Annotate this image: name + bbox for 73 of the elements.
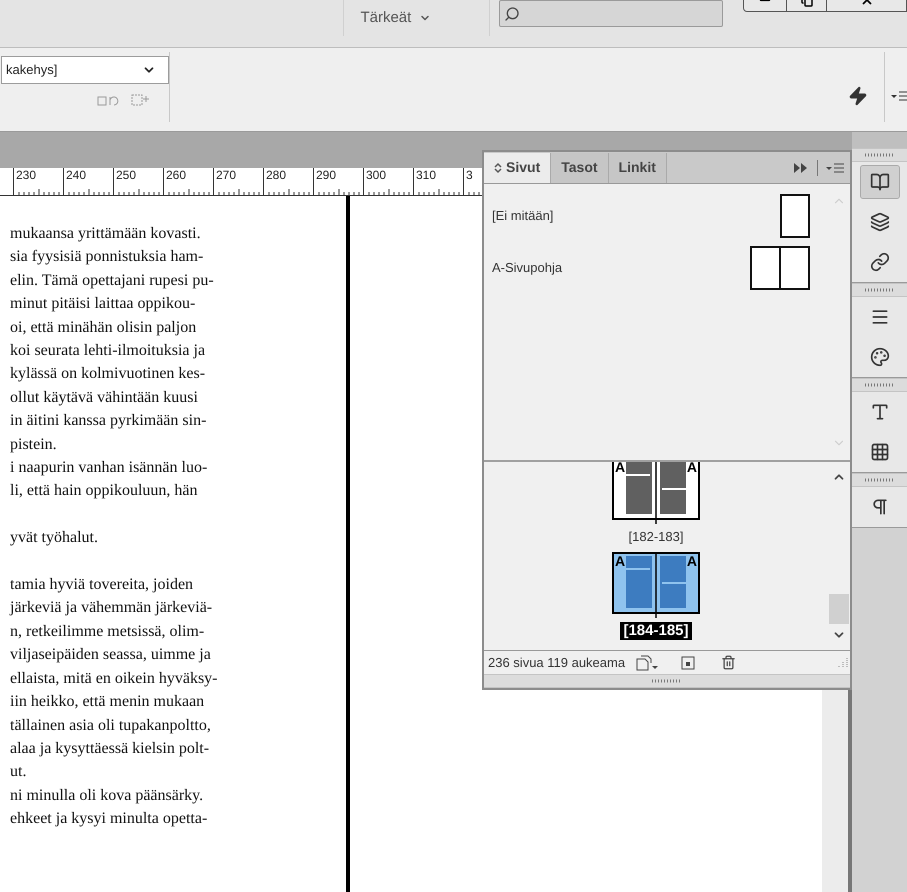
panel-grip[interactable]: [852, 148, 907, 162]
master-page-item[interactable]: [Ei mitään]: [484, 194, 828, 238]
lightning-icon[interactable]: [848, 86, 868, 106]
grip-icon: [864, 383, 894, 387]
double-arrow-icon[interactable]: [793, 162, 809, 174]
text-line: tamia hyviä tovereita, joiden: [10, 575, 194, 596]
text-line: tällainen asia oli tupakanpoltto,: [10, 716, 211, 736]
ruler-label: 290: [315, 168, 338, 182]
ruler-label: 240: [65, 168, 88, 182]
text-line: ehkeet ja kysyi minulta opetta-: [10, 809, 208, 830]
resize-grip-icon[interactable]: [836, 656, 848, 669]
text-line: ollut käytävä vähintään kuusi: [10, 388, 198, 408]
text-line: alaa ja kysyttäessä kielsin polt-: [10, 738, 210, 759]
master-letter: A: [686, 554, 697, 568]
text-line: ellaista, mitä en oikein hyväksy-: [10, 668, 218, 689]
style-dropdown[interactable]: kakehys]: [1, 56, 169, 84]
ruler-label: 260: [165, 168, 188, 182]
grip-icon: [652, 679, 682, 684]
text-line: järkeviä ja vähemmän järkeviä-: [10, 598, 212, 618]
panel-grip[interactable]: [484, 674, 850, 688]
panel-menu-icon[interactable]: [826, 162, 844, 174]
grip-icon: [864, 288, 894, 292]
panel-grip[interactable]: [852, 283, 907, 297]
text-line: kylässä on kolmivuotinen kes-: [10, 364, 206, 384]
spread-thumbnail[interactable]: [612, 462, 700, 524]
text-line: minut pitäisi laittaa oppikou-: [10, 294, 196, 314]
text-line: in äitini kanssa pyrkimään sin-: [10, 411, 206, 432]
text-line: koi seurata lehti-ilmoituksia ja: [10, 341, 206, 362]
trash-icon[interactable]: [721, 655, 736, 670]
text-line: sia fyysisiä ponnistuksia ham-: [10, 247, 204, 268]
master-letter: A: [615, 462, 626, 474]
ruler-label: 280: [265, 168, 288, 182]
master-letter: A: [615, 554, 626, 568]
new-page-icon[interactable]: [635, 654, 660, 671]
page-icon[interactable]: [681, 656, 696, 670]
open-book-icon[interactable]: [860, 165, 900, 199]
text-line: i naapurin vanhan isännän luo-: [10, 458, 208, 478]
text-line: oi, että minähän olisin paljon: [10, 318, 196, 338]
ruler-label: 3: [465, 168, 474, 182]
ruler-label: 230: [15, 168, 38, 182]
spread-label[interactable]: [182-183]: [626, 528, 686, 546]
text-line: pistein.: [10, 434, 57, 455]
text-line: n, retkeilimme metsissä, olim-: [10, 622, 204, 642]
text-line: yvät työhalut.: [10, 528, 98, 548]
panel-grip[interactable]: [852, 378, 907, 392]
text-line: elin. Tämä opettajani rupesi pu-: [10, 270, 214, 291]
spread-label[interactable]: [184-185]: [620, 622, 692, 640]
text-line: mukaansa yrittämään kovasti.: [10, 224, 201, 244]
spread-thumbnail: [750, 246, 810, 290]
search-icon: [504, 6, 520, 22]
panel-tab[interactable]: Sivut: [484, 152, 552, 183]
ruler-label: 310: [415, 168, 438, 182]
text-line: iin heikko, että menin mukaan: [10, 692, 204, 712]
master-page-item[interactable]: A-Sivupohja: [484, 246, 828, 290]
workspace-dropdown[interactable]: Tärkeät: [344, 0, 489, 36]
panel-grip[interactable]: [852, 473, 907, 487]
text-line: ni minulla oli kova päänsärky.: [10, 786, 204, 806]
panel-menu-icon[interactable]: [891, 90, 907, 102]
search-field[interactable]: [498, 0, 724, 27]
page-thumbnail: [780, 194, 810, 238]
up-down-arrows-icon: [494, 162, 502, 174]
text-line: li, että hain oppikouluun, hän: [10, 481, 198, 502]
grip-icon: [864, 478, 894, 482]
page-count: 236 sivua 119 aukeama: [488, 654, 626, 672]
ruler-label: 300: [365, 168, 388, 182]
ruler-label: 250: [115, 168, 138, 182]
spread-thumbnail[interactable]: [612, 552, 700, 618]
text-line: viljaseipäiden seassa, uimme ja: [10, 645, 211, 666]
text-line: ut.: [10, 762, 26, 782]
grip-icon: [864, 153, 894, 157]
scrollbar-thumb[interactable]: [829, 594, 849, 624]
master-letter: A: [686, 462, 697, 474]
ruler-label: 270: [215, 168, 238, 182]
